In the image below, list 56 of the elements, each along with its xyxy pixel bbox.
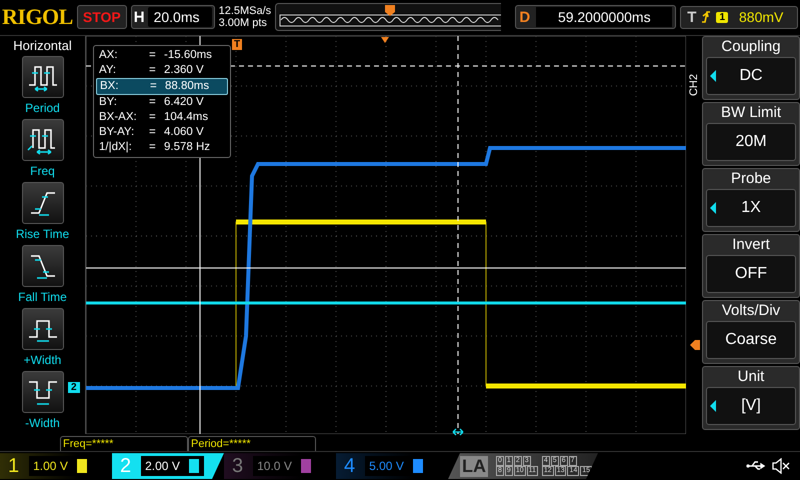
measure-button[interactable] [22, 308, 64, 350]
menu-option[interactable]: Volts/Div Coarse [702, 300, 800, 364]
measure-label: Period [25, 100, 60, 117]
measurement-readout: Freq=***** [60, 436, 188, 452]
measure-label: Fall Time [18, 288, 67, 306]
channel-scale: 1.00 V [33, 459, 68, 474]
run-status[interactable]: STOP [76, 5, 127, 30]
timebase-value: 20.0ms [148, 7, 212, 28]
brand-logo: RIGOL [2, 4, 73, 30]
timebase-label: H [134, 8, 145, 26]
measure-button[interactable] [22, 244, 64, 287]
trigger-level-icon [690, 340, 700, 350]
readout-row[interactable]: BX-AX: = 104.4ms [96, 110, 228, 125]
readout-row[interactable]: BY: = 6.420 V [96, 94, 228, 110]
channel-scale: 10.0 V [257, 459, 292, 474]
channel-scale: 5.00 V [369, 459, 404, 474]
timebase-box[interactable]: H 20.0ms [130, 5, 215, 30]
measure-button[interactable] [22, 118, 64, 161]
channel-label: CH2 [688, 74, 700, 96]
menu-option[interactable]: Invert OFF [702, 234, 800, 298]
delay-box[interactable]: D 59.2000000ms [515, 5, 676, 30]
readout-row[interactable]: 1/|dX|: = 9.578 Hz [96, 140, 228, 155]
menu-option[interactable]: Probe 1X [702, 168, 800, 232]
rising-edge-icon [701, 10, 712, 24]
measure-label: Freq [30, 162, 55, 180]
measure-label: +Width [24, 352, 62, 369]
readout-row[interactable]: AX: = -15.60ms [96, 48, 228, 63]
center-marker-icon [381, 36, 389, 43]
menu-title: Horizontal [13, 38, 72, 53]
readout-row[interactable]: BX: = 88.80ms [96, 78, 228, 95]
usb-icon [746, 460, 766, 472]
readout-row[interactable]: AY: = 2.360 V [96, 62, 228, 78]
trigger-box[interactable]: T 1 880mV [680, 6, 798, 29]
channel-tab[interactable]: 2 2.00 V [112, 453, 224, 480]
measure-button[interactable] [22, 56, 64, 98]
sample-rate: 12.5MSa/s [218, 5, 272, 18]
menu-option[interactable]: Coupling DC [702, 36, 800, 100]
measure-label: Rise Time [16, 226, 70, 243]
double-arrow-icon [452, 428, 464, 436]
trigger-position-marker: T [232, 38, 242, 50]
delay-label: D [519, 8, 530, 26]
mute-icon [772, 458, 790, 474]
trigger-source: 1 [716, 12, 728, 23]
trigger-label: T [687, 8, 696, 26]
readout-row[interactable]: BY-AY: = 4.060 V [96, 124, 228, 140]
measure-label: -Width [25, 414, 60, 432]
measure-button[interactable] [22, 182, 64, 224]
memory-depth: 3.00M pts [218, 17, 268, 30]
trigger-level: 880mV [739, 9, 784, 26]
menu-option[interactable]: Unit [V] [702, 366, 800, 430]
channel-scale: 2.00 V [145, 459, 180, 474]
delay-value: 59.2000000ms [536, 7, 672, 28]
menu-option[interactable]: BW Limit 20M [702, 102, 800, 166]
measurement-readout: Period=***** [188, 436, 316, 452]
measure-button[interactable] [22, 370, 64, 413]
channel-marker: 2 [68, 382, 80, 393]
